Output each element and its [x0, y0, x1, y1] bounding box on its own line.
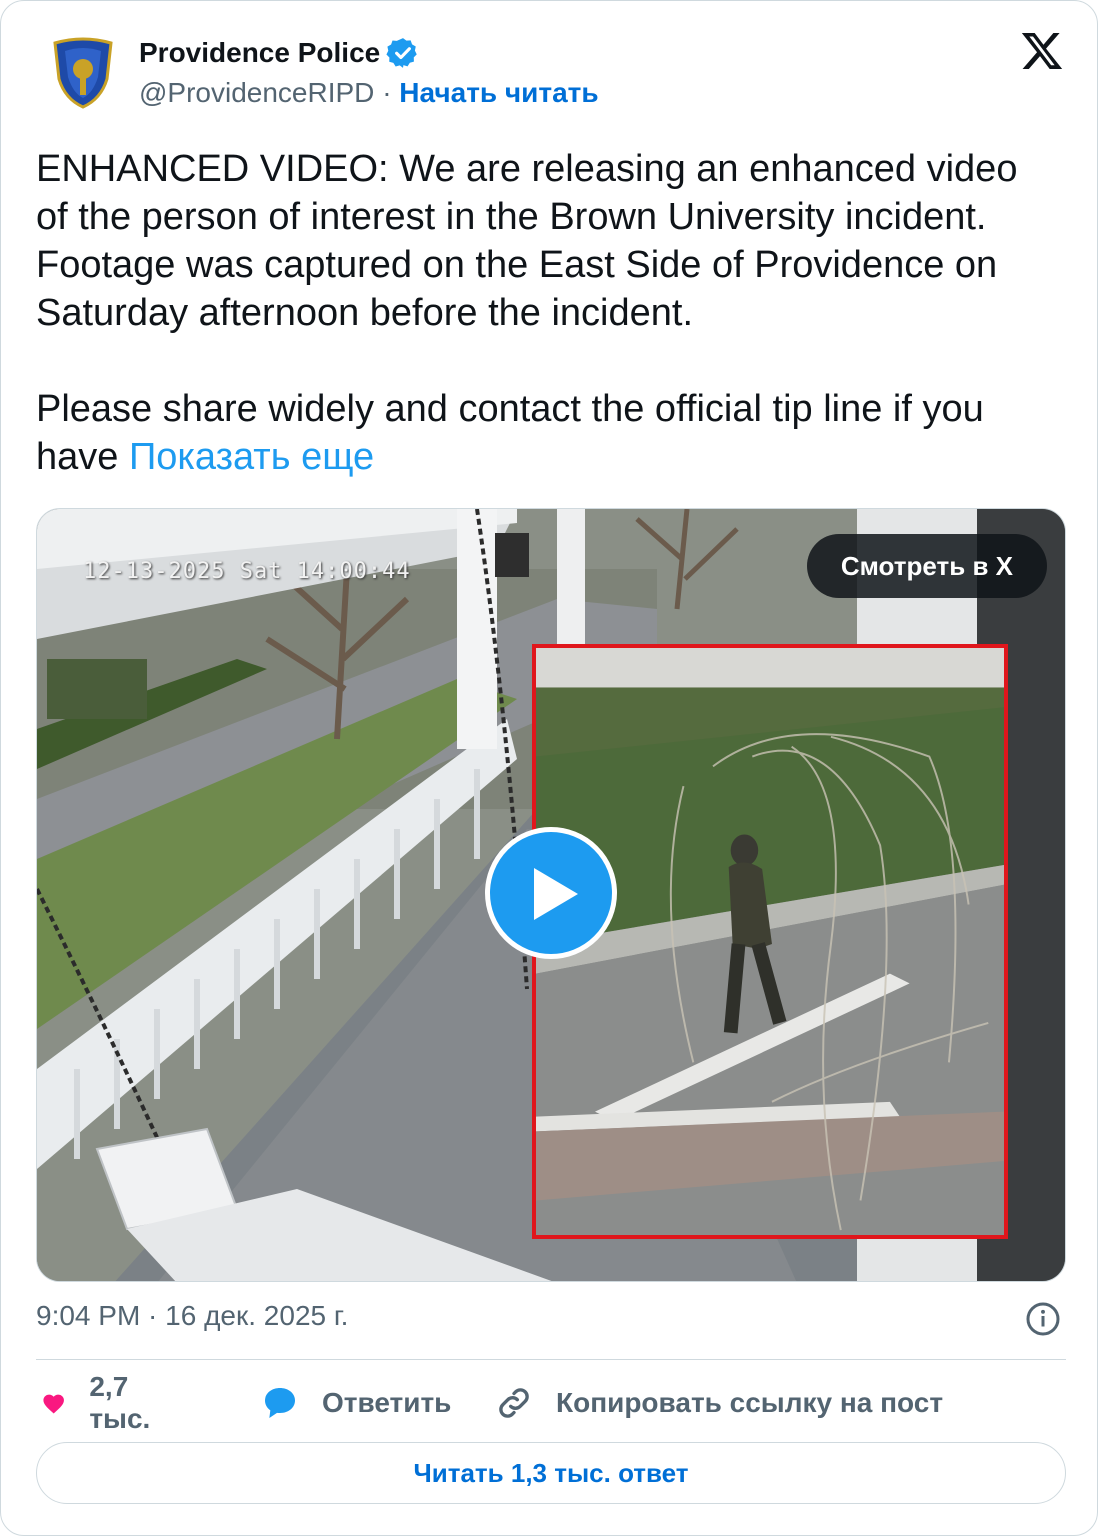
author-handle-row: @ProvidenceRIPD · Начать читать: [139, 75, 599, 111]
copy-link-label: Копировать ссылку на пост: [556, 1387, 944, 1418]
separator: ·: [382, 77, 392, 108]
like-button[interactable]: 2,7 тыс.: [40, 1371, 163, 1434]
watch-on-x-button[interactable]: Смотреть в X: [806, 534, 1047, 598]
author-name-row[interactable]: Providence Police: [139, 35, 420, 71]
tweet-text: ENHANCED VIDEO: We are releasing an enha…: [36, 145, 1056, 481]
show-more-link[interactable]: Показать еще: [129, 436, 374, 478]
like-count: 2,7 тыс.: [89, 1371, 151, 1434]
play-icon: [534, 868, 578, 920]
tweet-paragraph-1: ENHANCED VIDEO: We are releasing an enha…: [36, 148, 1018, 334]
copy-link-button[interactable]: Копировать ссылку на пост: [494, 1379, 943, 1427]
reply-button[interactable]: Ответить: [260, 1379, 451, 1427]
avatar[interactable]: [45, 35, 121, 111]
camera-timestamp: 12-13-2025 Sat 14:00:44: [83, 559, 411, 584]
enhanced-person-image: [536, 648, 1004, 1235]
play-button[interactable]: [485, 827, 617, 959]
post-timestamp[interactable]: 9:04 PM · 16 дек. 2025 г.: [36, 1298, 348, 1334]
reply-bubble-icon: [265, 1388, 295, 1418]
heart-icon: [43, 1394, 64, 1414]
tweet-paragraph-2: Please share widely and contact the offi…: [36, 385, 1056, 481]
tweet-embed-card: Providence Police @ProvidenceRIPD · Нача…: [0, 0, 1098, 1536]
author-name[interactable]: Providence Police: [139, 35, 380, 71]
author-handle[interactable]: @ProvidenceRIPD: [139, 77, 374, 108]
video-thumbnail[interactable]: 12-13-2025 Sat 14:00:44 Смотреть в X: [36, 508, 1066, 1282]
info-icon[interactable]: [1025, 1301, 1061, 1337]
reply-label: Ответить: [322, 1387, 452, 1418]
verified-badge-icon: [386, 38, 417, 68]
read-replies-button[interactable]: Читать 1,3 тыс. ответ: [36, 1442, 1066, 1504]
x-logo-icon[interactable]: [1019, 29, 1065, 73]
follow-link[interactable]: Начать читать: [399, 77, 598, 108]
divider: [36, 1359, 1066, 1360]
enhanced-inset-frame: [532, 644, 1008, 1239]
link-icon: [499, 1388, 529, 1418]
police-badge-icon: [53, 37, 113, 109]
